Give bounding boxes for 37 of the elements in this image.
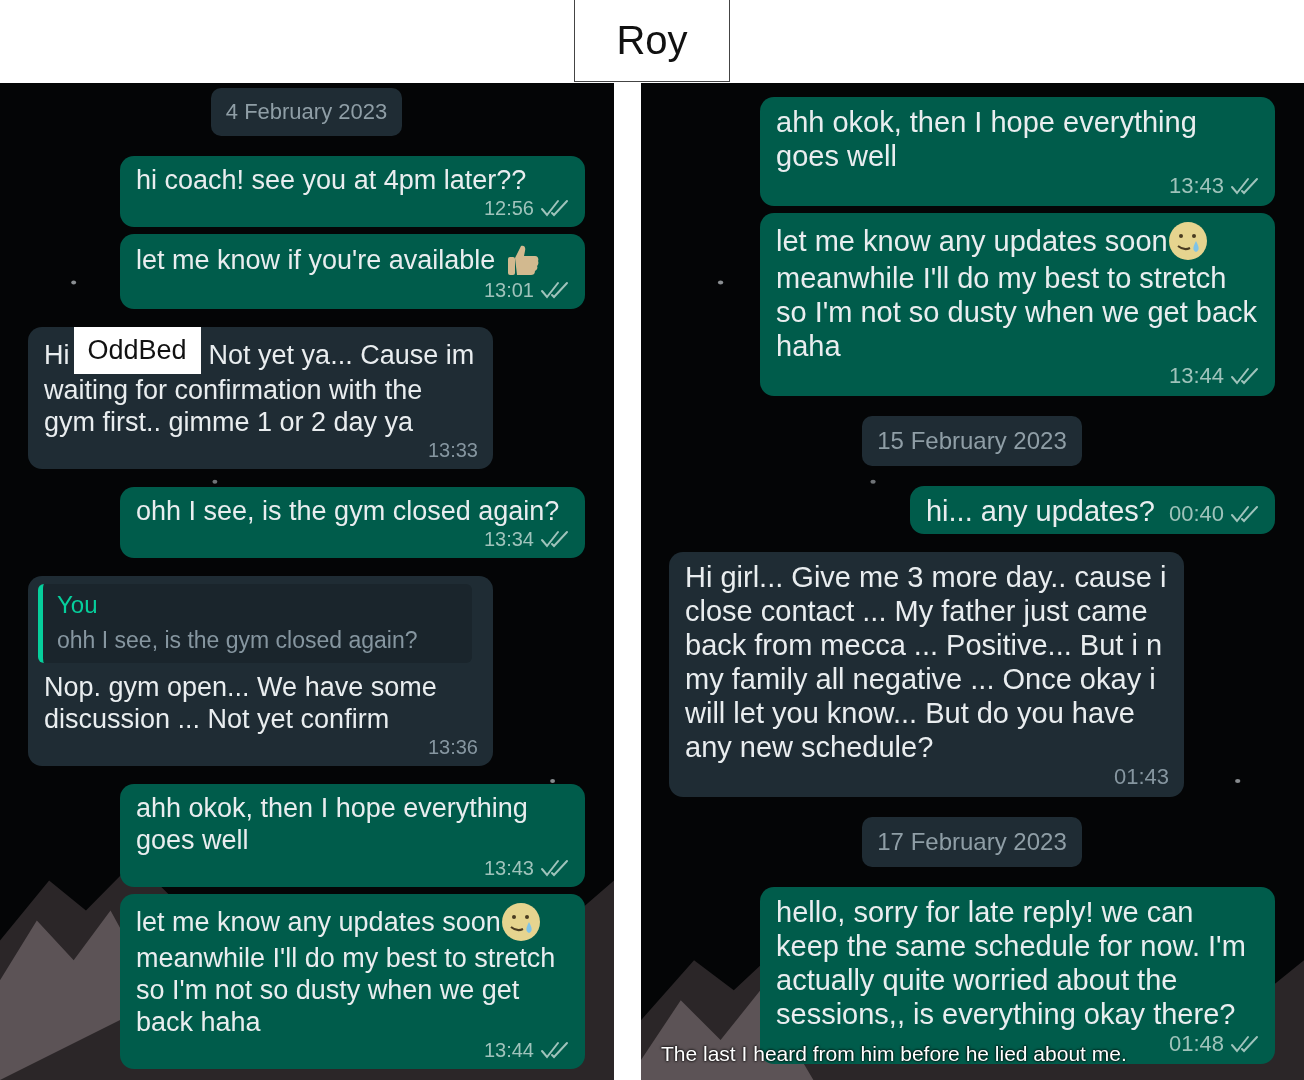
message-text: hi coach! see you at 4pm later?? [136, 164, 527, 196]
message-time: 13:43 [1168, 175, 1224, 197]
message-time: 13:34 [483, 529, 534, 550]
message-time: 13:44 [1168, 365, 1224, 387]
message-text: let me know if you're available [136, 244, 496, 276]
date-chip: 15 February 2023 [862, 416, 1082, 466]
caption-text: The last I heard from him before he lied about me. [661, 1042, 1127, 1066]
message-time: 13:01 [483, 280, 534, 300]
quoted-message[interactable]: You ohh I see, is the gym closed again? [38, 584, 472, 663]
message-text: Not yet ya... Cause im [208, 338, 475, 371]
message-text: ahh okok, then I hope everything goes well [776, 105, 1198, 173]
message-time: 13:44 [483, 1039, 534, 1060]
message-time: 01:48 [1168, 1033, 1224, 1055]
message-time: 00:40 [1168, 503, 1224, 525]
quote-author: You [57, 590, 99, 621]
redaction-label: OddBed [73, 327, 201, 375]
message-text: hello, sorry for late reply! we can keep the same schedule for now. I'm actually quite worried about the sessions,, is everything okay there? [776, 895, 1247, 1031]
message-time: 13:36 [427, 736, 478, 757]
quote-text: ohh I see, is the gym closed again? [57, 626, 419, 655]
date-chip: 17 February 2023 [862, 817, 1082, 867]
message-text: waiting for confirmation with the gym first.. gimme 1 or 2 day ya [44, 374, 424, 439]
message-text: hi... any updates? [926, 494, 1155, 528]
message-time: 13:43 [483, 857, 534, 878]
message-text: ahh okok, then I hope everything goes well [136, 791, 529, 856]
contact-name: Roy [574, 0, 730, 82]
message-time: 13:33 [427, 440, 478, 461]
message-time: 01:43 [1113, 766, 1169, 788]
message-text: ohh I see, is the gym closed again? [136, 495, 560, 528]
message-text: meanwhile I'll do my best to stretch so I'm not so dusty when we get back haha [136, 941, 557, 1038]
date-chip: 4 February 2023 [210, 88, 403, 136]
message-text: let me know any updates soon [136, 905, 501, 938]
message-text: Nop. gym open... We have some discussion ... Not yet confirm [44, 670, 438, 735]
message-text: Hi [44, 338, 70, 371]
message-text: Hi girl... Give me 3 more day.. cause i close contact ... My father just came back from mecca ... Positive... But i n my family all negative ... Once okay i will let you know... But do you have any new schedule? [685, 560, 1168, 764]
message-time: 12:56 [483, 198, 534, 218]
message-text: let me know any updates soon [776, 224, 1168, 258]
message-text: meanwhile I'll do my best to stretch so I'm not so dusty when we get back haha [776, 261, 1259, 363]
